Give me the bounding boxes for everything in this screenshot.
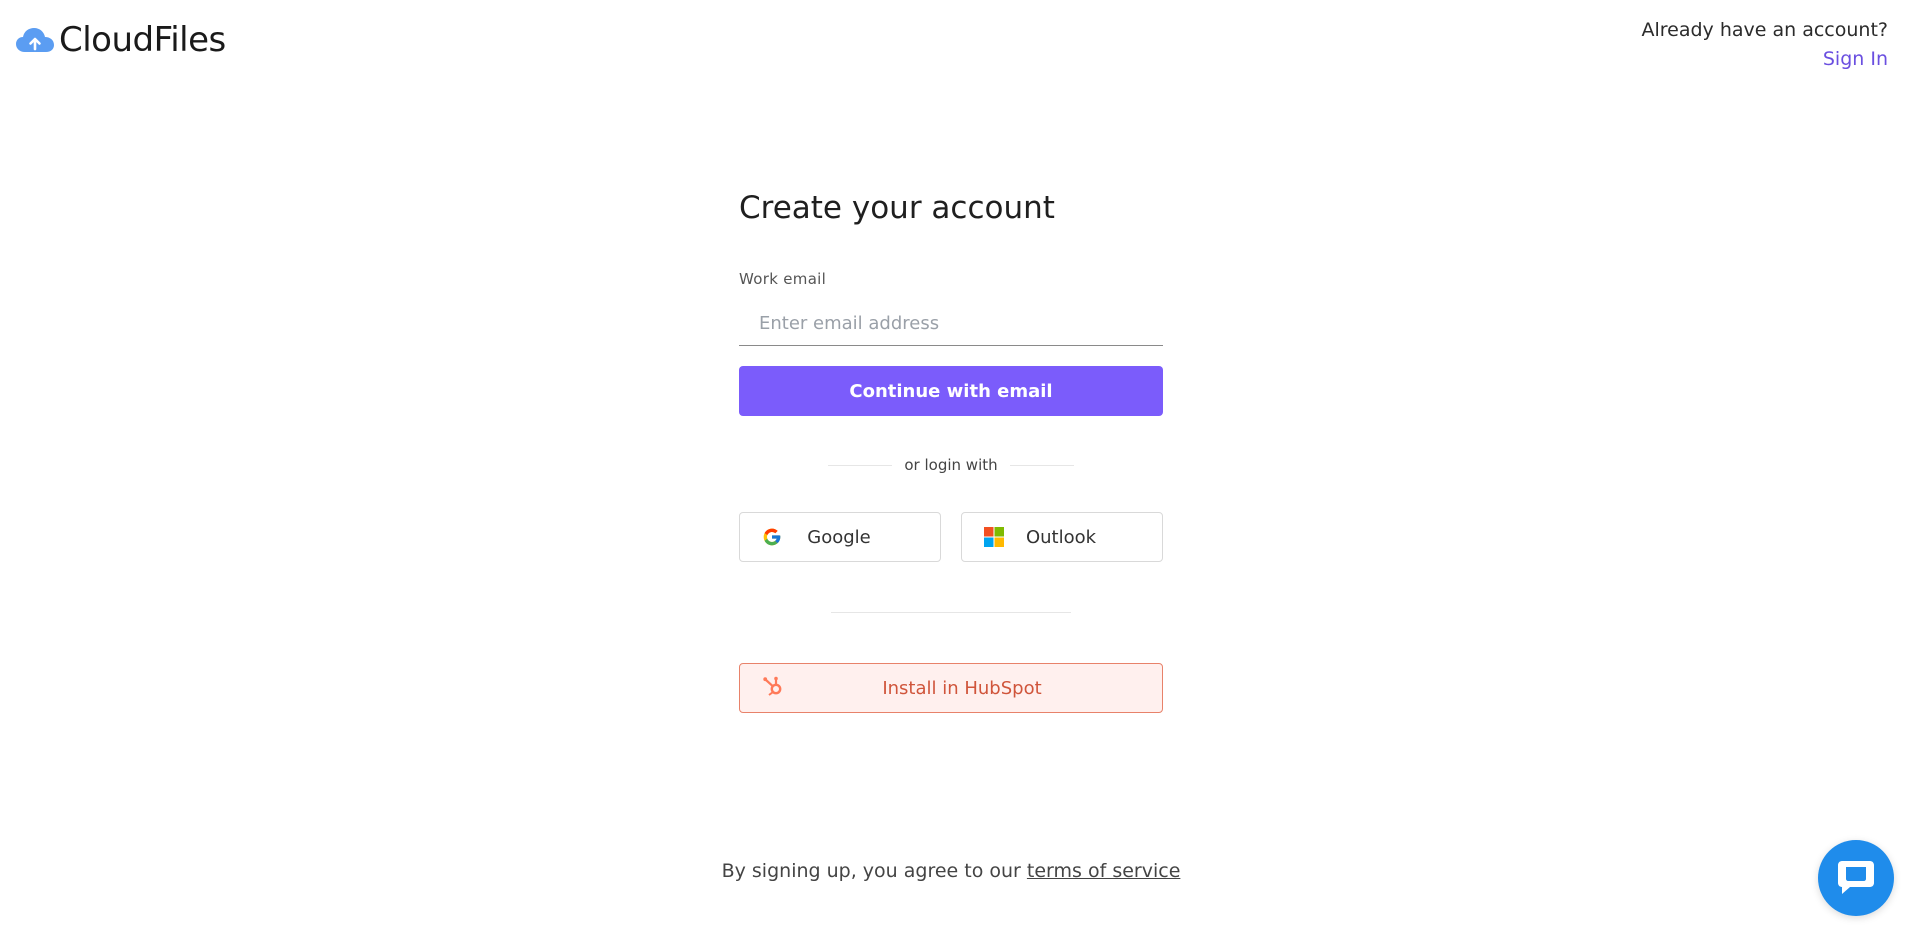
chat-launcher-button[interactable] xyxy=(1818,840,1894,916)
email-field[interactable] xyxy=(739,302,1163,346)
signup-form: Create your account Work email Continue … xyxy=(739,188,1163,713)
account-prompt: Already have an account? xyxy=(1641,19,1888,41)
terms-notice: By signing up, you agree to our terms of… xyxy=(0,860,1902,882)
section-divider xyxy=(831,612,1071,613)
brand-logo[interactable]: CloudFiles xyxy=(15,20,226,60)
outlook-label: Outlook xyxy=(1025,526,1097,548)
chat-bubble-icon xyxy=(1838,861,1874,894)
google-icon xyxy=(762,527,782,547)
divider-line-right xyxy=(1009,464,1074,466)
continue-with-email-button[interactable]: Continue with email xyxy=(739,366,1163,416)
terms-of-service-link[interactable]: terms of service xyxy=(1027,860,1180,882)
google-label: Google xyxy=(807,526,871,548)
outlook-login-button[interactable]: Outlook xyxy=(961,512,1163,562)
brand-name: CloudFiles xyxy=(59,20,226,60)
google-login-button[interactable]: Google xyxy=(739,512,941,562)
email-label: Work email xyxy=(739,270,827,288)
page-title: Create your account xyxy=(739,190,1055,226)
install-hubspot-button[interactable]: Install in HubSpot xyxy=(739,663,1163,713)
hubspot-icon xyxy=(762,675,784,701)
sign-in-link[interactable]: Sign In xyxy=(1641,45,1888,74)
divider-line-left xyxy=(828,464,893,466)
cloud-upload-icon xyxy=(16,28,54,52)
login-divider: or login with xyxy=(739,456,1163,474)
terms-prefix: By signing up, you agree to our xyxy=(721,860,1021,882)
hubspot-label: Install in HubSpot xyxy=(882,677,1042,699)
divider-text: or login with xyxy=(904,456,998,474)
signin-prompt-area: Already have an account? Sign In xyxy=(1641,16,1888,74)
microsoft-icon xyxy=(984,527,1004,547)
social-login-row: Google Outlook xyxy=(739,512,1163,562)
